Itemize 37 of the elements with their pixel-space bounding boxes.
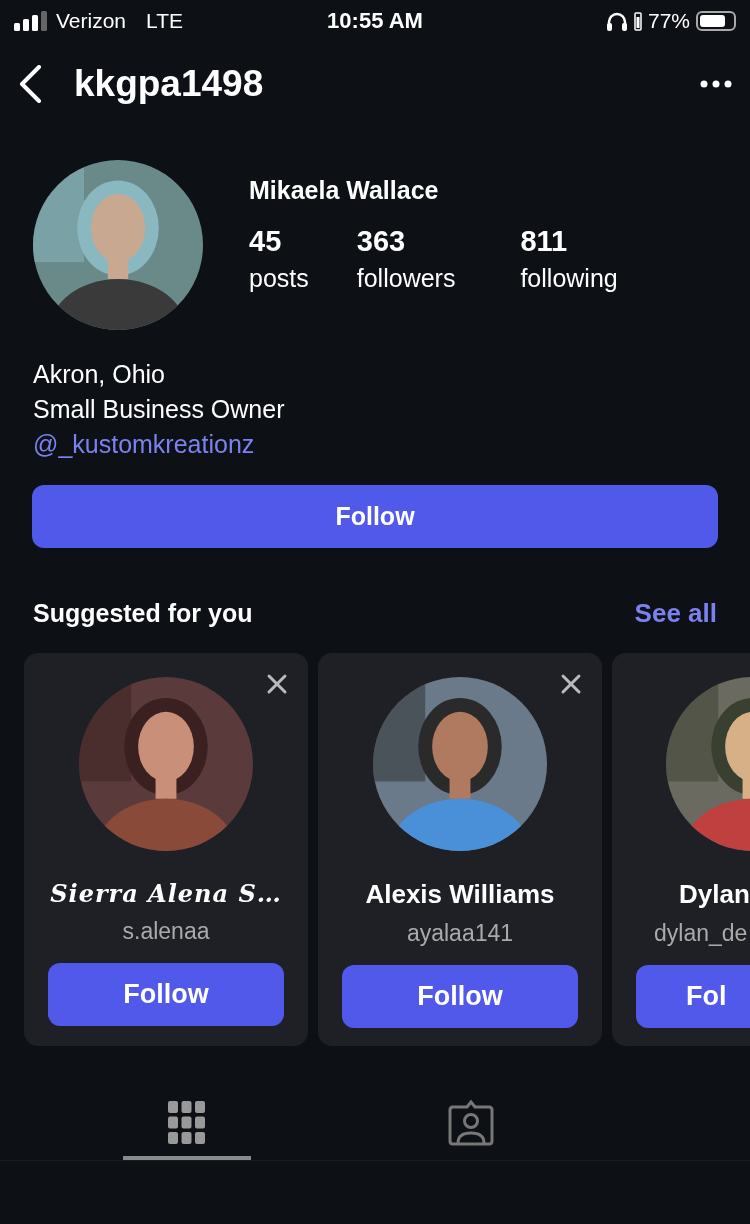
headphones-icon — [605, 11, 628, 31]
follow-button[interactable]: Follow — [32, 485, 718, 548]
charging-icon — [633, 11, 642, 31]
follow-button[interactable]: Follow — [48, 963, 284, 1026]
stat-label: following — [520, 264, 618, 293]
profile-link[interactable]: @_kustomkreationz — [33, 430, 717, 459]
suggested-name: Dylan — [679, 879, 750, 910]
bio-line: Akron, Ohio — [33, 360, 166, 389]
suggested-username: s.alenaa — [122, 918, 210, 945]
suggested-username: dylan_de — [654, 920, 748, 947]
profile-name: Mikaela Wallace — [249, 176, 440, 205]
see-all-link[interactable]: See all — [634, 598, 717, 629]
bio-line: Small Business Owner — [33, 395, 286, 424]
clock: 10:55 AM — [327, 8, 423, 34]
battery-icon — [696, 11, 736, 31]
stat-label: posts — [249, 264, 309, 293]
stat-count: 45 — [249, 225, 283, 258]
follow-button[interactable]: Follow — [342, 965, 578, 1028]
stat-count: 811 — [520, 225, 569, 258]
tagged-person-icon — [448, 1100, 494, 1146]
grid-icon — [168, 1101, 206, 1145]
suggested-name: Alexis Williams — [365, 879, 555, 910]
carrier-name: Verizon — [56, 9, 127, 33]
follow-button[interactable]: Fol — [636, 965, 750, 1028]
network-type: LTE — [146, 9, 183, 33]
close-icon[interactable] — [560, 673, 582, 695]
section-title: Suggested for you — [33, 599, 253, 628]
close-icon[interactable] — [266, 673, 288, 695]
suggested-name: Sierra Alena S… — [50, 879, 282, 908]
suggested-username: ayalaa141 — [406, 920, 514, 947]
profile-username: kkgpa1498 — [74, 63, 265, 105]
stat-label: followers — [356, 264, 456, 293]
battery-percent: 77% — [647, 9, 690, 33]
signal-icon — [14, 11, 48, 31]
back-icon[interactable] — [18, 65, 42, 103]
stat-count: 363 — [356, 225, 407, 258]
more-icon[interactable] — [700, 80, 732, 88]
